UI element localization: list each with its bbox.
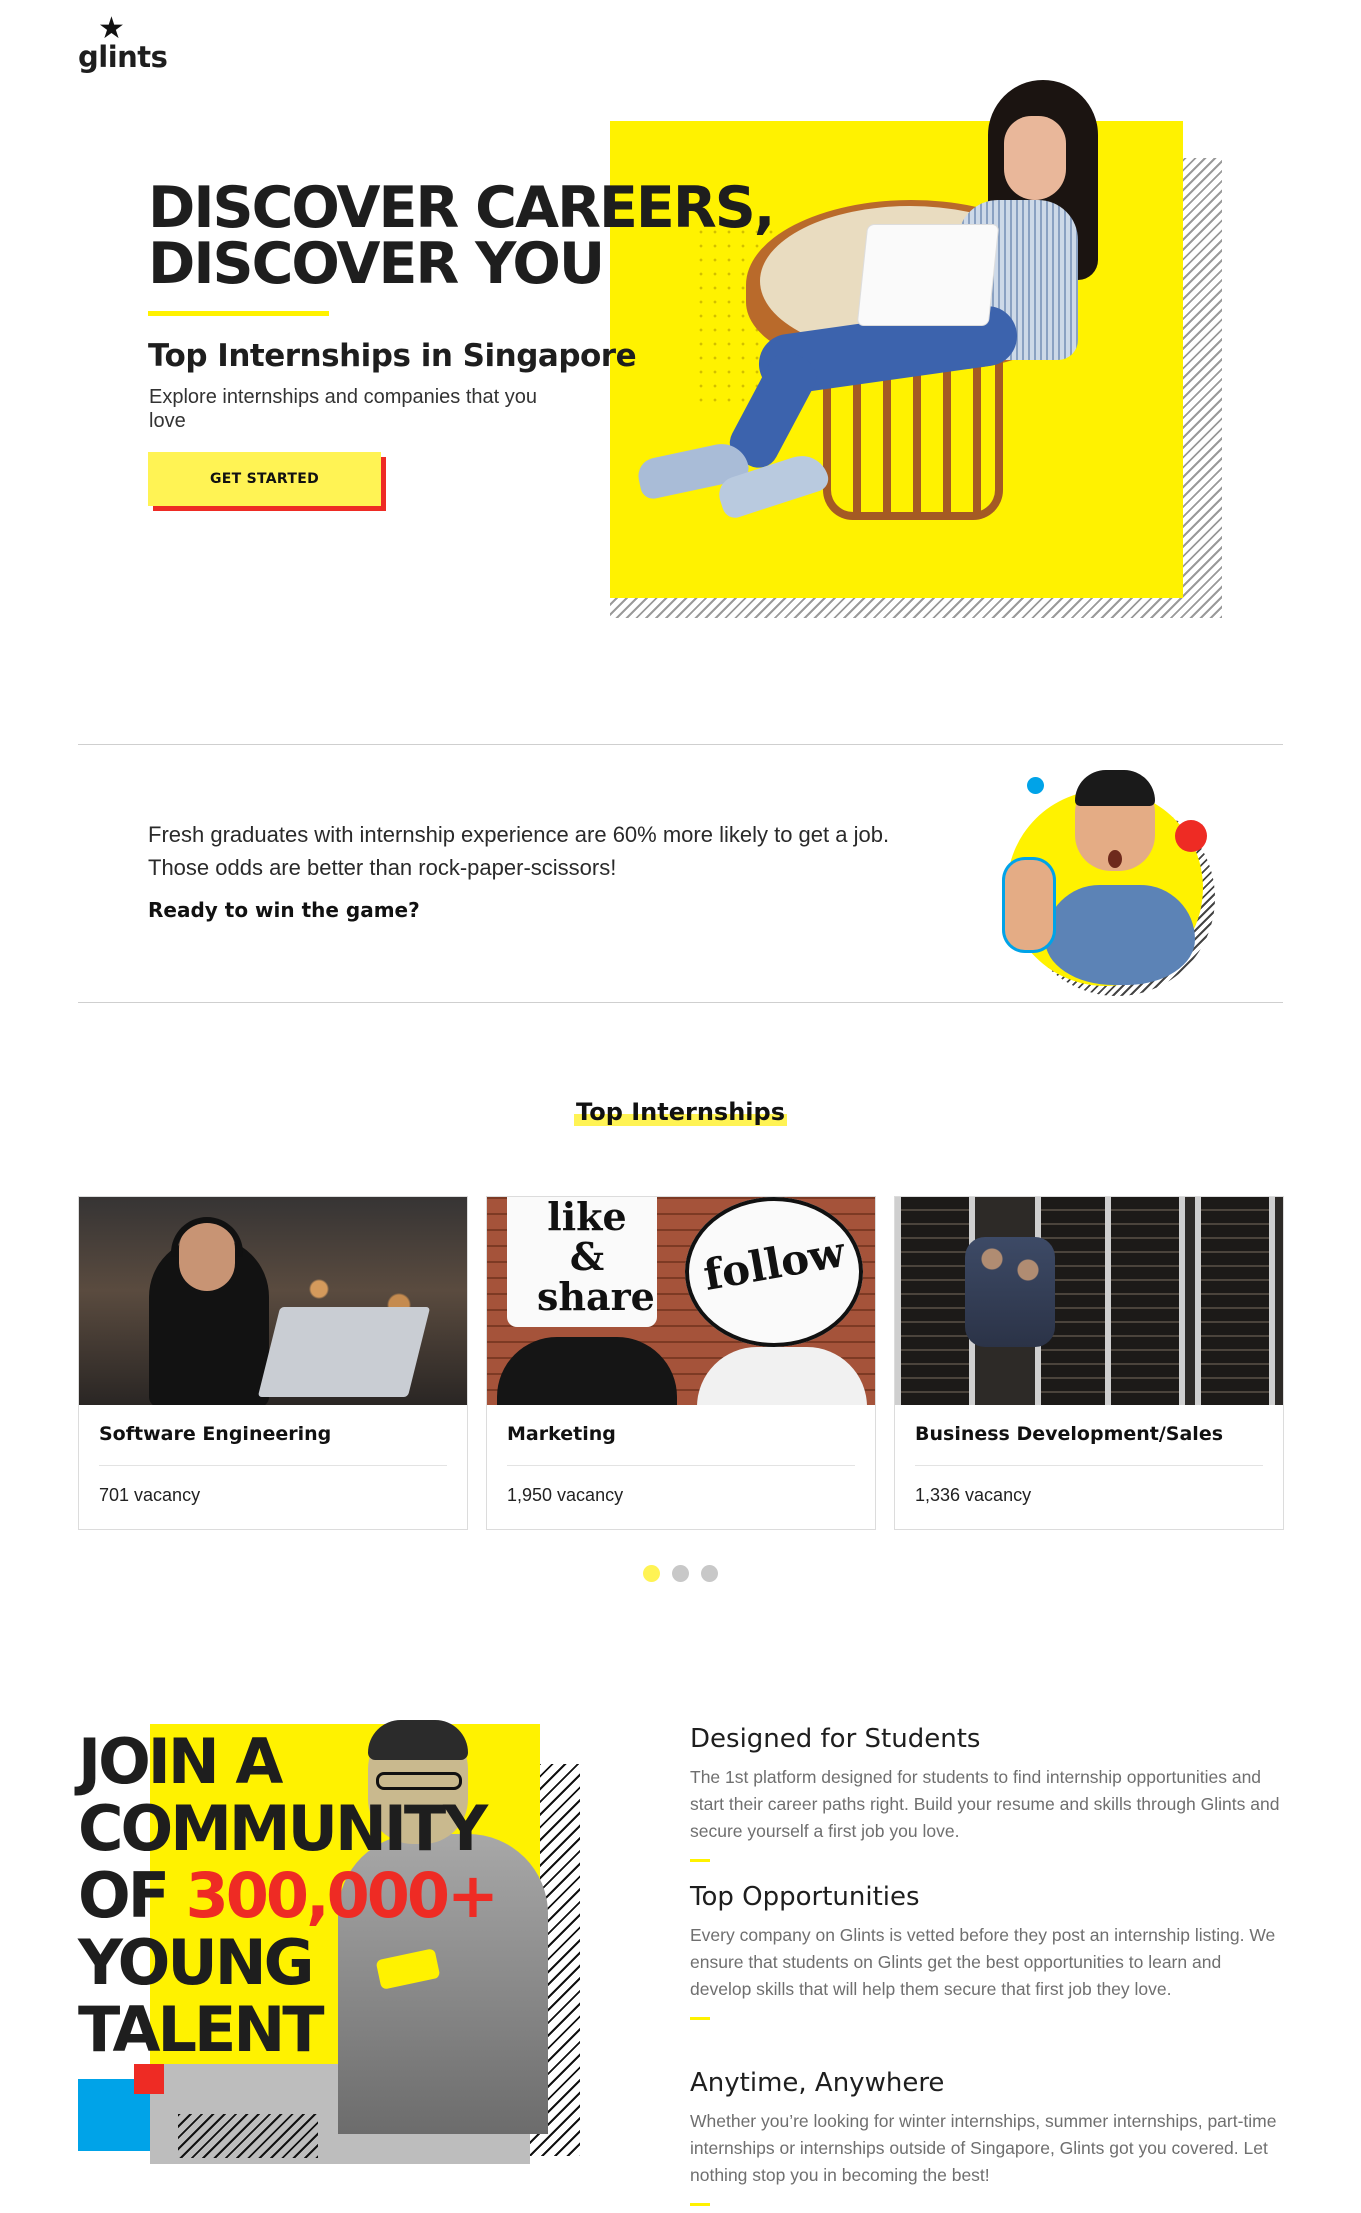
carousel-dot-1[interactable] (643, 1565, 660, 1582)
community-line5: TALENT (78, 1993, 325, 2066)
info-line2: Those odds are better than rock-paper-sc… (148, 855, 617, 880)
internship-carousel: Software Engineering 701 vacancy like & … (78, 1196, 1284, 1530)
hero-title-underline (148, 311, 329, 316)
card-divider (507, 1465, 855, 1466)
feature-text: Whether you’re looking for winter intern… (690, 2111, 1277, 2185)
hero-title-line1: DISCOVER CAREERS, (148, 175, 775, 241)
red-dot-decoration (1175, 820, 1207, 852)
get-started-button[interactable]: GET STARTED (148, 452, 381, 506)
card-title: Marketing (507, 1423, 616, 1445)
community-line3: OF 300,000+ (78, 1859, 499, 1932)
feature-title: Top Opportunities (690, 1882, 920, 1912)
blue-dot-decoration (1027, 777, 1044, 794)
feature-text: The 1st platform designed for students t… (690, 1767, 1280, 1841)
info-cta-text: Ready to win the game? (148, 898, 420, 922)
divider-bottom (78, 1002, 1283, 1003)
card-divider (915, 1465, 1263, 1466)
card-divider (99, 1465, 447, 1466)
card-vacancy: 1,336 vacancy (915, 1485, 1032, 1505)
internship-card-software-engineering[interactable]: Software Engineering 701 vacancy (78, 1196, 468, 1530)
community-line2: COMMUNITY (78, 1792, 488, 1865)
top-internships-heading-text: Top Internships (574, 1098, 787, 1126)
feature-accent-line (690, 1859, 710, 1862)
feature-anytime-anywhere: Anytime, Anywhere Whether you’re looking… (690, 2068, 1290, 2206)
hero-title: DISCOVER CAREERS, DISCOVER YOU (148, 175, 828, 297)
community-title: JOIN A COMMUNITY OF 300,000+ YOUNG TALEN… (78, 1725, 499, 2066)
info-text: Fresh graduates with internship experien… (148, 818, 1008, 884)
divider-top (78, 744, 1283, 745)
feature-top-opportunities: Top Opportunities Every company on Glint… (690, 1882, 1290, 2020)
laptop-image (857, 225, 999, 325)
like-share-text: like & share (537, 1197, 655, 1319)
feature-designed-for-students: Designed for Students The 1st platform d… (690, 1724, 1290, 1862)
carousel-dot-3[interactable] (701, 1565, 718, 1582)
hero-title-line2: DISCOVER YOU (148, 231, 605, 297)
follow-bubble: follow (685, 1197, 863, 1347)
logo-text: glints (78, 40, 168, 74)
follow-text: follow (699, 1227, 849, 1300)
info-line1: Fresh graduates with internship experien… (148, 822, 890, 847)
hero-subtitle: Top Internships in Singapore (148, 338, 637, 374)
thumbs-up-guy-photo (1005, 770, 1225, 996)
carousel-dot-2[interactable] (672, 1565, 689, 1582)
hero-description: Explore internships and companies that y… (149, 386, 538, 432)
community-line4: YOUNG (78, 1926, 315, 1999)
business-development-image (895, 1197, 1283, 1405)
card-vacancy: 701 vacancy (99, 1485, 201, 1505)
internship-card-business-development[interactable]: Business Development/Sales 1,336 vacancy (894, 1196, 1284, 1530)
community-bottom-stripes (178, 2114, 318, 2158)
community-line3-prefix: OF (78, 1859, 186, 1932)
feature-title: Anytime, Anywhere (690, 2068, 945, 2098)
feature-accent-line (690, 2203, 710, 2206)
top-internships-heading: Top Internships (0, 1098, 1361, 1126)
card-vacancy: 1,950 vacancy (507, 1485, 624, 1505)
feature-title: Designed for Students (690, 1724, 981, 1754)
glints-logo[interactable]: ★ glints (78, 14, 168, 75)
software-engineering-image (79, 1197, 467, 1405)
feature-accent-line (690, 2017, 710, 2020)
internship-card-marketing[interactable]: like & share follow Marketing 1,950 vaca… (486, 1196, 876, 1530)
thumbs-up-hand (1005, 860, 1053, 950)
card-title: Software Engineering (99, 1423, 332, 1445)
red-square-decoration (134, 2064, 164, 2094)
card-title: Business Development/Sales (915, 1423, 1224, 1445)
marketing-image: like & share follow (487, 1197, 875, 1405)
hero-illustration (608, 80, 1228, 620)
like-share-sign: like & share (507, 1197, 657, 1327)
community-count: 300,000+ (185, 1859, 499, 1932)
community-line1: JOIN A (78, 1725, 283, 1798)
feature-text: Every company on Glints is vetted before… (690, 1925, 1276, 1999)
carousel-pagination (0, 1565, 1361, 1587)
